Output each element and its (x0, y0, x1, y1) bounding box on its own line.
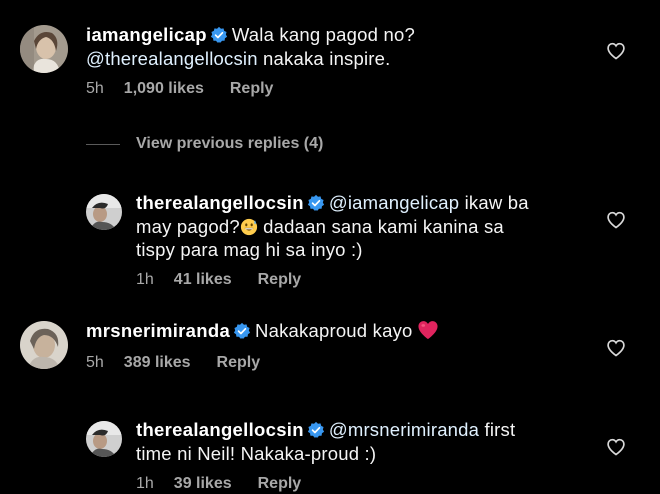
comment-line: ikaw ba (459, 192, 529, 213)
avatar[interactable] (86, 194, 122, 230)
timestamp: 5h (86, 354, 104, 371)
comment-meta: 1h 39 likes Reply (136, 474, 301, 494)
verified-badge-icon (233, 322, 251, 339)
avatar[interactable] (86, 421, 122, 457)
timestamp: 1h (136, 271, 154, 288)
username[interactable]: iamangelicap (86, 24, 207, 45)
comment-line: may pagod? (136, 215, 240, 237)
username[interactable]: mrsnerimiranda (86, 320, 230, 341)
likes-count[interactable]: 1,090 likes (124, 79, 204, 99)
verified-badge-icon (210, 26, 227, 43)
likes-count[interactable]: 389 likes (124, 353, 191, 373)
divider-line (86, 144, 120, 145)
verified-badge-icon (307, 194, 324, 211)
comment-line: nakaka inspire. (257, 47, 391, 69)
comment-line: Wala kang pagod no? (231, 24, 415, 45)
mention-link[interactable]: @mrsnerimiranda (329, 419, 479, 440)
comment-line: time ni Neil! Nakaka-proud :) (136, 442, 377, 464)
comment-text: therealangellocsin @mrsnerimiranda first … (136, 418, 596, 465)
heart-outline-icon[interactable] (606, 210, 626, 230)
timestamp: 1h (136, 475, 154, 492)
comment-meta: 1h 41 likes Reply (136, 270, 301, 290)
comment-text: mrsnerimiranda Nakakaproud kayo (86, 319, 606, 343)
heart-outline-icon[interactable] (606, 338, 626, 358)
mention-link[interactable]: @iamangelicap (329, 192, 459, 213)
avatar[interactable] (20, 321, 68, 369)
mention-link[interactable]: @therealangellocsin (86, 48, 258, 69)
avatar[interactable] (20, 25, 68, 73)
view-previous-label[interactable]: View previous replies (4) (136, 135, 323, 153)
grinning-sweat-emoji (240, 218, 257, 235)
heart-outline-icon[interactable] (606, 437, 626, 457)
reply-button[interactable]: Reply (258, 474, 302, 494)
reply-button[interactable]: Reply (258, 270, 302, 290)
comment-text: therealangellocsin @iamangelicap ikaw ba … (136, 191, 596, 262)
comment-line: Nakakaproud kayo (255, 320, 413, 341)
comment-text: iamangelicap Wala kang pagod no? @thereal… (86, 23, 606, 70)
username[interactable]: therealangellocsin (136, 192, 304, 213)
comment-line: dadaan sana kami kanina sa (257, 215, 504, 237)
red-heart-emoji (417, 321, 438, 340)
reply-button[interactable]: Reply (230, 79, 274, 99)
username[interactable]: therealangellocsin (136, 419, 304, 440)
comment-meta: 5h 389 likes Reply (86, 353, 260, 373)
likes-count[interactable]: 41 likes (174, 270, 232, 290)
likes-count[interactable]: 39 likes (174, 474, 232, 494)
timestamp: 5h (86, 80, 104, 97)
comment-meta: 5h 1,090 likes Reply (86, 79, 273, 99)
reply-button[interactable]: Reply (217, 353, 261, 373)
comment-line: first (479, 419, 516, 440)
verified-badge-icon (307, 421, 324, 438)
heart-outline-icon[interactable] (606, 41, 626, 61)
comment-line: tispy para mag hi sa inyo :) (136, 239, 363, 260)
